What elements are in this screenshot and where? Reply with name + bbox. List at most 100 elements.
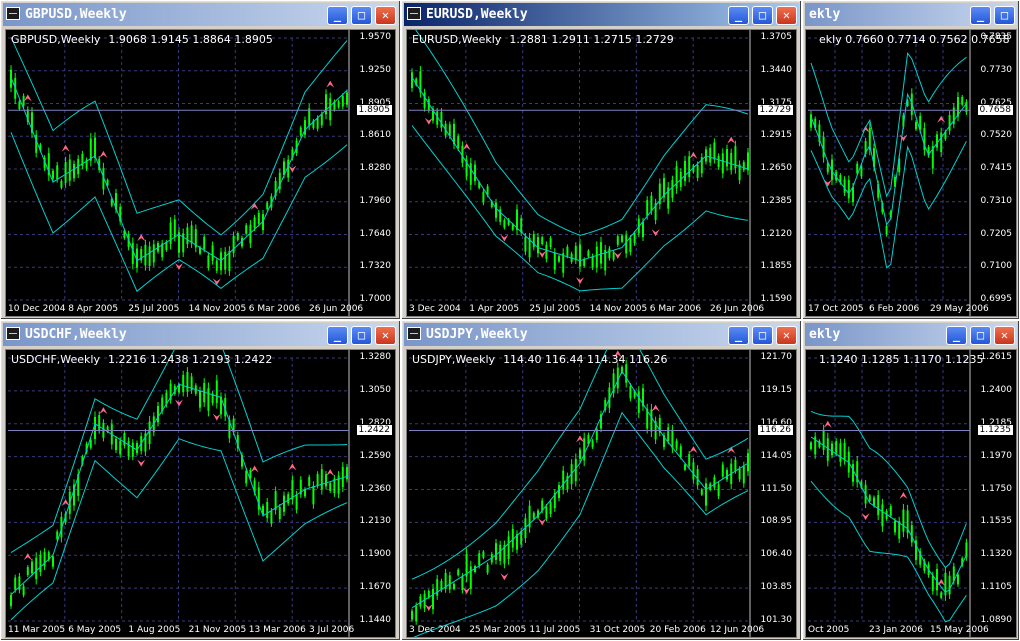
time-axis-label: 3 Dec 2004 (409, 625, 461, 635)
window-title: EURUSD,Weekly (426, 7, 528, 22)
close-button[interactable]: ✕ (776, 326, 797, 345)
maximize-button[interactable]: □ (752, 6, 773, 25)
window-title: ekly (809, 327, 841, 342)
time-axis-label: 26 Jun 2006 (710, 304, 765, 314)
price-axis-label: 1.2360 (359, 483, 392, 494)
time-axis-label: 25 Jul 2005 (529, 304, 581, 314)
chart-window-third[interactable]: ekly _ □ ekly 0.7660 0.7714 0.7562 0.765… (802, 0, 1020, 320)
price-axis-label: 0.7835 (980, 32, 1013, 42)
price-axis-label: 1.1855 (760, 261, 793, 272)
time-axis-label: 17 Oct 2005 (808, 304, 864, 314)
chart-app-icon (6, 7, 20, 20)
price-axis-label: 114.05 (760, 450, 793, 461)
minimize-button[interactable]: _ (728, 326, 749, 345)
close-button[interactable]: ✕ (375, 326, 396, 345)
price-axis-label: 1.1970 (980, 450, 1013, 461)
price-axis-label: 0.7310 (980, 195, 1013, 206)
title-bar[interactable]: ekly _ □ ✕ (805, 323, 1017, 346)
fractal-up-arrow-icon (99, 150, 108, 158)
current-price-badge: 0.7658 (976, 104, 1014, 117)
maximize-button[interactable]: □ (351, 326, 372, 345)
price-axis-label: 1.3050 (359, 384, 392, 395)
maximize-button[interactable]: □ (351, 6, 372, 25)
minimize-button[interactable]: _ (327, 6, 348, 25)
time-axis-label: 6 Feb 2006 (869, 304, 920, 314)
fractal-down-arrow-icon (500, 573, 509, 581)
chart-plot (409, 30, 751, 316)
time-axis-label: 6 Mar 2006 (649, 304, 702, 314)
price-axis-label: 1.1440 (359, 615, 392, 625)
price-axis-label: 1.7320 (359, 261, 392, 272)
price-axis-label: 119.15 (760, 384, 793, 395)
current-price-badge: 1.8905 (355, 104, 393, 117)
fractal-down-arrow-icon (861, 513, 870, 521)
time-axis-label: 14 Nov 2005 (188, 304, 247, 314)
title-bar[interactable]: USDCHF,Weekly _ □ ✕ (3, 323, 398, 346)
chart-app-icon (407, 327, 421, 340)
maximize-button[interactable]: □ (994, 6, 1015, 25)
fractal-up-arrow-icon (137, 234, 146, 242)
minimize-button[interactable]: _ (327, 326, 348, 345)
price-axis-label: 1.9250 (359, 64, 392, 75)
price-axis-label: 103.85 (760, 582, 793, 593)
current-price-badge: 116.26 (756, 424, 794, 437)
fractal-up-arrow-icon (99, 407, 108, 415)
close-button[interactable]: ✕ (776, 6, 797, 25)
time-axis-label: 11 Jul 2005 (529, 625, 581, 635)
minimize-button[interactable]: _ (946, 326, 967, 345)
time-axis-label: 6 May 2005 (68, 625, 122, 635)
price-axis-label: 0.7730 (980, 64, 1013, 75)
fractal-down-arrow-icon (462, 587, 471, 595)
fractal-up-arrow-icon (23, 94, 32, 102)
chart-plot (8, 30, 350, 316)
chart-window-usdjpy[interactable]: USDJPY,Weekly _ □ ✕ USDJPY,Weekly 114.40 … (401, 320, 802, 641)
chart-area[interactable]: GBPUSD,Weekly 1.9068 1.9145 1.8864 1.8905… (5, 29, 396, 317)
price-axis-label: 1.2615 (980, 352, 1013, 362)
price-axis-label: 0.7100 (980, 261, 1013, 272)
title-bar[interactable]: EURUSD,Weekly _ □ ✕ (404, 3, 799, 26)
time-axis-label: 8 Apr 2005 (68, 304, 119, 314)
time-axis-label: 1 Aug 2005 (128, 625, 181, 635)
title-bar[interactable]: GBPUSD,Weekly _ □ ✕ (3, 3, 398, 26)
title-bar[interactable]: USDJPY,Weekly _ □ ✕ (404, 323, 799, 346)
chart-area[interactable]: 1.1240 1.1285 1.1170 1.1235 1.2615 1.2400 1… (805, 349, 1017, 638)
title-bar[interactable]: ekly _ □ (805, 3, 1017, 26)
chart-area[interactable]: ekly 0.7660 0.7714 0.7562 0.7658 0.7835 0.… (805, 29, 1017, 317)
chart-window-sixth[interactable]: ekly _ □ ✕ 1.1240 1.1285 1.1170 1.1235 1.… (802, 320, 1020, 641)
chart-window-usdchf[interactable]: USDCHF,Weekly _ □ ✕ USDCHF,Weekly 1.2216 … (0, 320, 401, 641)
chart-plot (8, 350, 350, 637)
fractal-up-arrow-icon (689, 446, 698, 454)
price-axis-label: 1.3705 (760, 32, 793, 42)
chart-area[interactable]: USDCHF,Weekly 1.2216 1.2438 1.2193 1.2422… (5, 349, 396, 638)
ohlc-values: 1.2216 1.2438 1.2193 1.2422 (107, 353, 273, 366)
fractal-up-arrow-icon (288, 463, 297, 471)
fractal-up-arrow-icon (727, 136, 736, 144)
chart-area[interactable]: USDJPY,Weekly 114.40 116.44 114.34 116.26… (406, 349, 797, 638)
price-axis-label: 101.30 (760, 615, 793, 625)
chart-window-gbpusd[interactable]: GBPUSD,Weekly _ □ ✕ GBPUSD,Weekly 1.9068 … (0, 0, 401, 320)
close-button[interactable]: ✕ (994, 326, 1015, 345)
chart-header: EURUSD,Weekly 1.2881 1.2911 1.2715 1.2729 (412, 33, 674, 46)
time-axis-label: 21 Nov 2005 (188, 625, 247, 635)
minimize-button[interactable]: _ (970, 6, 991, 25)
fractal-down-arrow-icon (538, 250, 547, 258)
chart-window-eurusd[interactable]: EURUSD,Weekly _ □ ✕ EURUSD,Weekly 1.2881 … (401, 0, 802, 320)
minimize-button[interactable]: _ (728, 6, 749, 25)
price-axis-label: 1.1590 (760, 294, 793, 304)
close-button[interactable]: ✕ (375, 6, 396, 25)
time-axis-label: 1 Apr 2005 (469, 304, 520, 314)
time-axis-label: 25 Jul 2005 (128, 304, 180, 314)
chart-area[interactable]: EURUSD,Weekly 1.2881 1.2911 1.2715 1.2729… (406, 29, 797, 317)
maximize-button[interactable]: □ (752, 326, 773, 345)
price-axis-label: 0.6995 (980, 294, 1013, 304)
chart-header: USDCHF,Weekly 1.2216 1.2438 1.2193 1.2422 (11, 353, 272, 366)
time-axis-label: 20 Feb 2006 (649, 625, 706, 635)
price-axis-label: 1.3440 (760, 64, 793, 75)
maximize-button[interactable]: □ (970, 326, 991, 345)
fractal-up-arrow-icon (651, 404, 660, 412)
price-axis-label: 1.1750 (980, 483, 1013, 494)
time-axis-label: 14 Nov 2005 (589, 304, 648, 314)
fractal-up-arrow-icon (689, 151, 698, 159)
price-axis-label: 1.7000 (359, 294, 392, 304)
fractal-up-arrow-icon (899, 491, 908, 499)
